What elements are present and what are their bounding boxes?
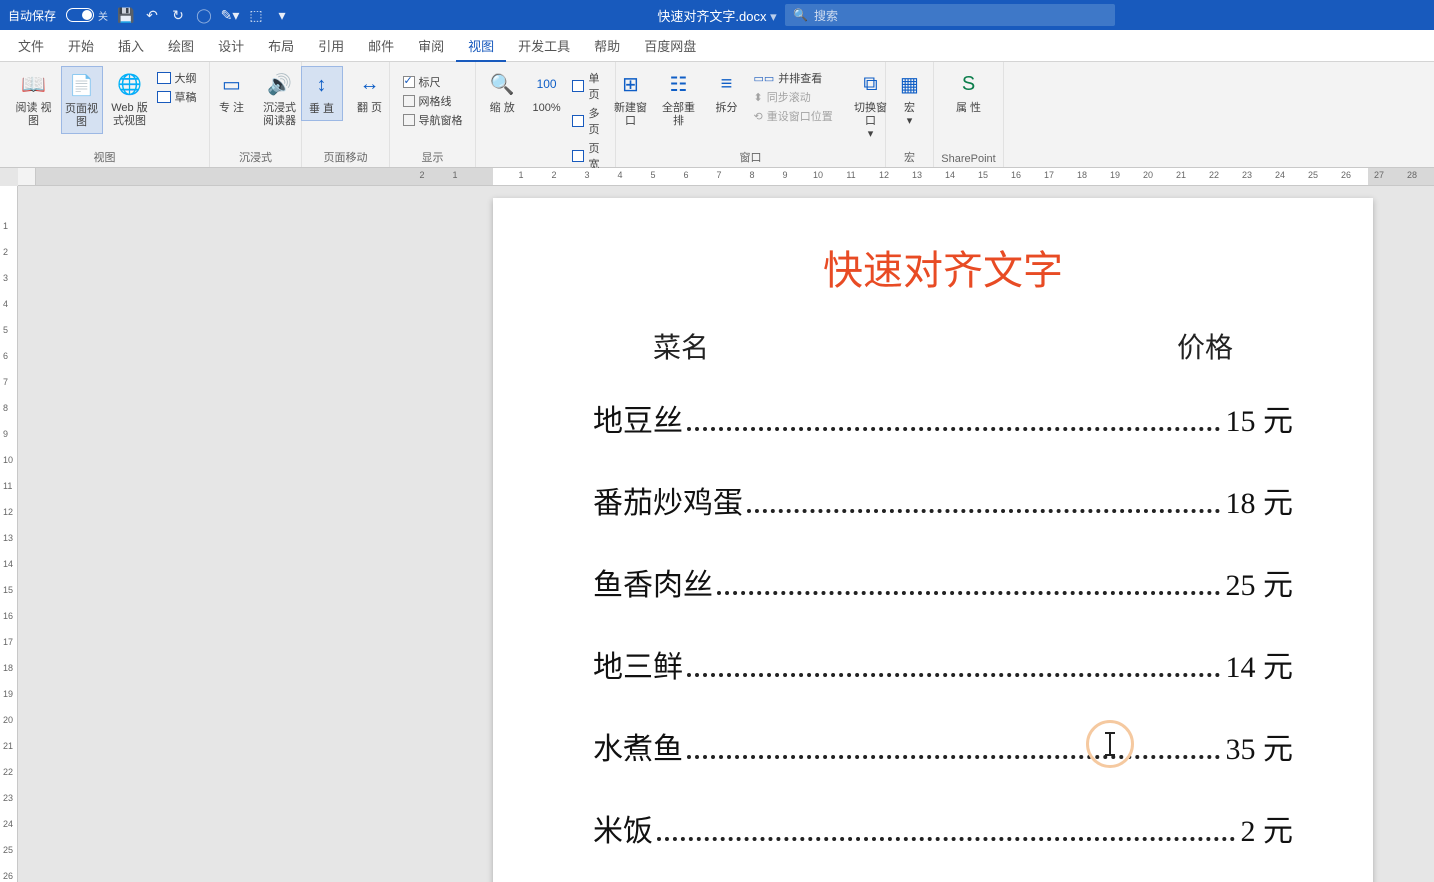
tab-百度网盘[interactable]: 百度网盘 xyxy=(632,29,708,62)
tab-开始[interactable]: 开始 xyxy=(56,29,106,62)
group-label: 页面移动 xyxy=(324,147,368,165)
vertical-ruler[interactable]: 1234567891011121314151617181920212223242… xyxy=(0,186,18,882)
dish-name: 地豆丝 xyxy=(593,396,683,440)
group-label: 窗口 xyxy=(740,147,762,165)
dish-name: 鱼香肉丝 xyxy=(593,560,713,604)
search-placeholder: 搜索 xyxy=(814,7,838,24)
search-box[interactable]: 🔍 搜索 xyxy=(785,4,1115,26)
menu-row: 地豆丝 15 元 xyxy=(593,396,1293,440)
print-layout-button[interactable]: 📄页面视图 xyxy=(61,66,103,134)
document-area: 2112345678910111213141516171819202122232… xyxy=(18,168,1434,882)
leader-dots xyxy=(717,591,1220,595)
menu-row: 番茄炒鸡蛋 18 元 xyxy=(593,478,1293,522)
nav-check[interactable]: 导航窗格 xyxy=(403,112,463,128)
vertical-button[interactable]: ↕垂 直 xyxy=(301,66,343,121)
dish-price: 14 元 xyxy=(1226,642,1294,686)
leader-dots xyxy=(687,755,1220,759)
reset-window-button: ⟲重设窗口位置 xyxy=(754,108,844,124)
menu-row: 鱼香肉丝 25 元 xyxy=(593,560,1293,604)
tab-邮件[interactable]: 邮件 xyxy=(356,29,406,62)
web-layout-button[interactable]: 🌐Web 版式视图 xyxy=(109,66,151,132)
grid-check[interactable]: 网格线 xyxy=(403,93,463,109)
title-bar: 自动保存 关 💾 ↶ ↻ ◯ ✎▾ ⬚ ▾ 快速对齐文字.docx ▾ 🔍 搜索 xyxy=(0,0,1434,30)
tab-绘图[interactable]: 绘图 xyxy=(156,29,206,62)
col-header-price: 价格 xyxy=(1177,326,1233,366)
tab-帮助[interactable]: 帮助 xyxy=(582,29,632,62)
dish-name: 地三鲜 xyxy=(593,642,683,686)
side-by-side-button[interactable]: ▭▭并排查看 xyxy=(754,70,844,86)
ruler-check[interactable]: 标尺 xyxy=(403,74,463,90)
dish-price: 25 元 xyxy=(1226,560,1294,604)
arrange-all-button[interactable]: ☷全部重排 xyxy=(658,66,700,132)
tab-插入[interactable]: 插入 xyxy=(106,29,156,62)
dish-name: 番茄炒鸡蛋 xyxy=(593,478,743,522)
dish-price: 2 元 xyxy=(1241,806,1294,850)
undo-icon[interactable]: ↶ xyxy=(144,7,160,23)
leader-dots xyxy=(747,509,1220,513)
autosave-state: 关 xyxy=(98,8,108,23)
document-title: 快速对齐文字.docx ▾ xyxy=(657,6,776,25)
menu-row: 水煮鱼 35 元 xyxy=(593,724,1293,768)
tab-引用[interactable]: 引用 xyxy=(306,29,356,62)
tab-审阅[interactable]: 审阅 xyxy=(406,29,456,62)
tab-设计[interactable]: 设计 xyxy=(206,29,256,62)
sync-scroll-button: ⬍同步滚动 xyxy=(754,89,844,105)
ribbon-tabs: 文件开始插入绘图设计布局引用邮件审阅视图开发工具帮助百度网盘 xyxy=(0,30,1434,62)
dish-price: 18 元 xyxy=(1226,478,1294,522)
draft-button[interactable]: 草稿 xyxy=(157,89,197,105)
sync-icon[interactable]: ◯ xyxy=(196,7,212,23)
page[interactable]: 快速对齐文字 菜名 价格 地豆丝 15 元番茄炒鸡蛋 18 元鱼香肉丝 25 元… xyxy=(493,198,1373,882)
new-window-button[interactable]: ⊞新建窗口 xyxy=(610,66,652,132)
dish-price: 35 元 xyxy=(1226,724,1294,768)
ribbon: 📖阅读 视图 📄页面视图 🌐Web 版式视图 大纲 草稿 视图 ▭专 注 🔊沉浸… xyxy=(0,62,1434,168)
leader-dots xyxy=(657,837,1235,841)
group-label: 宏 xyxy=(904,147,915,165)
dish-price: 15 元 xyxy=(1226,396,1294,440)
tab-布局[interactable]: 布局 xyxy=(256,29,306,62)
touch-icon[interactable]: ⬚ xyxy=(248,7,264,23)
focus-button[interactable]: ▭专 注 xyxy=(211,66,253,119)
tab-文件[interactable]: 文件 xyxy=(6,29,56,62)
group-label: 显示 xyxy=(422,147,444,165)
tab-视图[interactable]: 视图 xyxy=(456,29,506,62)
autosave-label: 自动保存 xyxy=(8,7,56,24)
group-label: SharePoint xyxy=(941,151,995,165)
autosave-toggle[interactable] xyxy=(66,8,94,22)
reading-view-button[interactable]: 📖阅读 视图 xyxy=(13,66,55,132)
group-label: 沉浸式 xyxy=(239,147,272,165)
properties-button[interactable]: S属 性 xyxy=(948,66,990,119)
leader-dots xyxy=(687,427,1220,431)
leader-dots xyxy=(687,673,1220,677)
macro-button[interactable]: ▦宏▾ xyxy=(889,66,931,132)
col-header-name: 菜名 xyxy=(653,326,709,366)
horizontal-ruler[interactable]: 2112345678910111213141516171819202122232… xyxy=(36,168,1434,186)
zoom-button[interactable]: 🔍缩 放 xyxy=(483,66,521,119)
qat-more-icon[interactable]: ▾ xyxy=(274,7,290,23)
search-icon: 🔍 xyxy=(793,8,808,22)
immersive-reader-button[interactable]: 🔊沉浸式 阅读器 xyxy=(259,66,301,132)
multi-page-button[interactable]: 多页 xyxy=(572,105,608,137)
outline-button[interactable]: 大纲 xyxy=(157,70,197,86)
zoom-100-button[interactable]: 100100% xyxy=(527,66,565,119)
flip-button[interactable]: ↔翻 页 xyxy=(349,66,391,119)
redo-icon[interactable]: ↻ xyxy=(170,7,186,23)
menu-row: 地三鲜 14 元 xyxy=(593,642,1293,686)
dish-name: 米饭 xyxy=(593,806,653,850)
tab-开发工具[interactable]: 开发工具 xyxy=(506,29,582,62)
dish-name: 水煮鱼 xyxy=(593,724,683,768)
single-page-button[interactable]: 单页 xyxy=(572,70,608,102)
doc-heading: 快速对齐文字 xyxy=(593,238,1293,296)
group-label: 视图 xyxy=(94,147,116,165)
menu-row: 米饭 2 元 xyxy=(593,806,1293,850)
draw-icon[interactable]: ✎▾ xyxy=(222,7,238,23)
save-icon[interactable]: 💾 xyxy=(118,7,134,23)
split-button[interactable]: ≡拆分 xyxy=(706,66,748,119)
